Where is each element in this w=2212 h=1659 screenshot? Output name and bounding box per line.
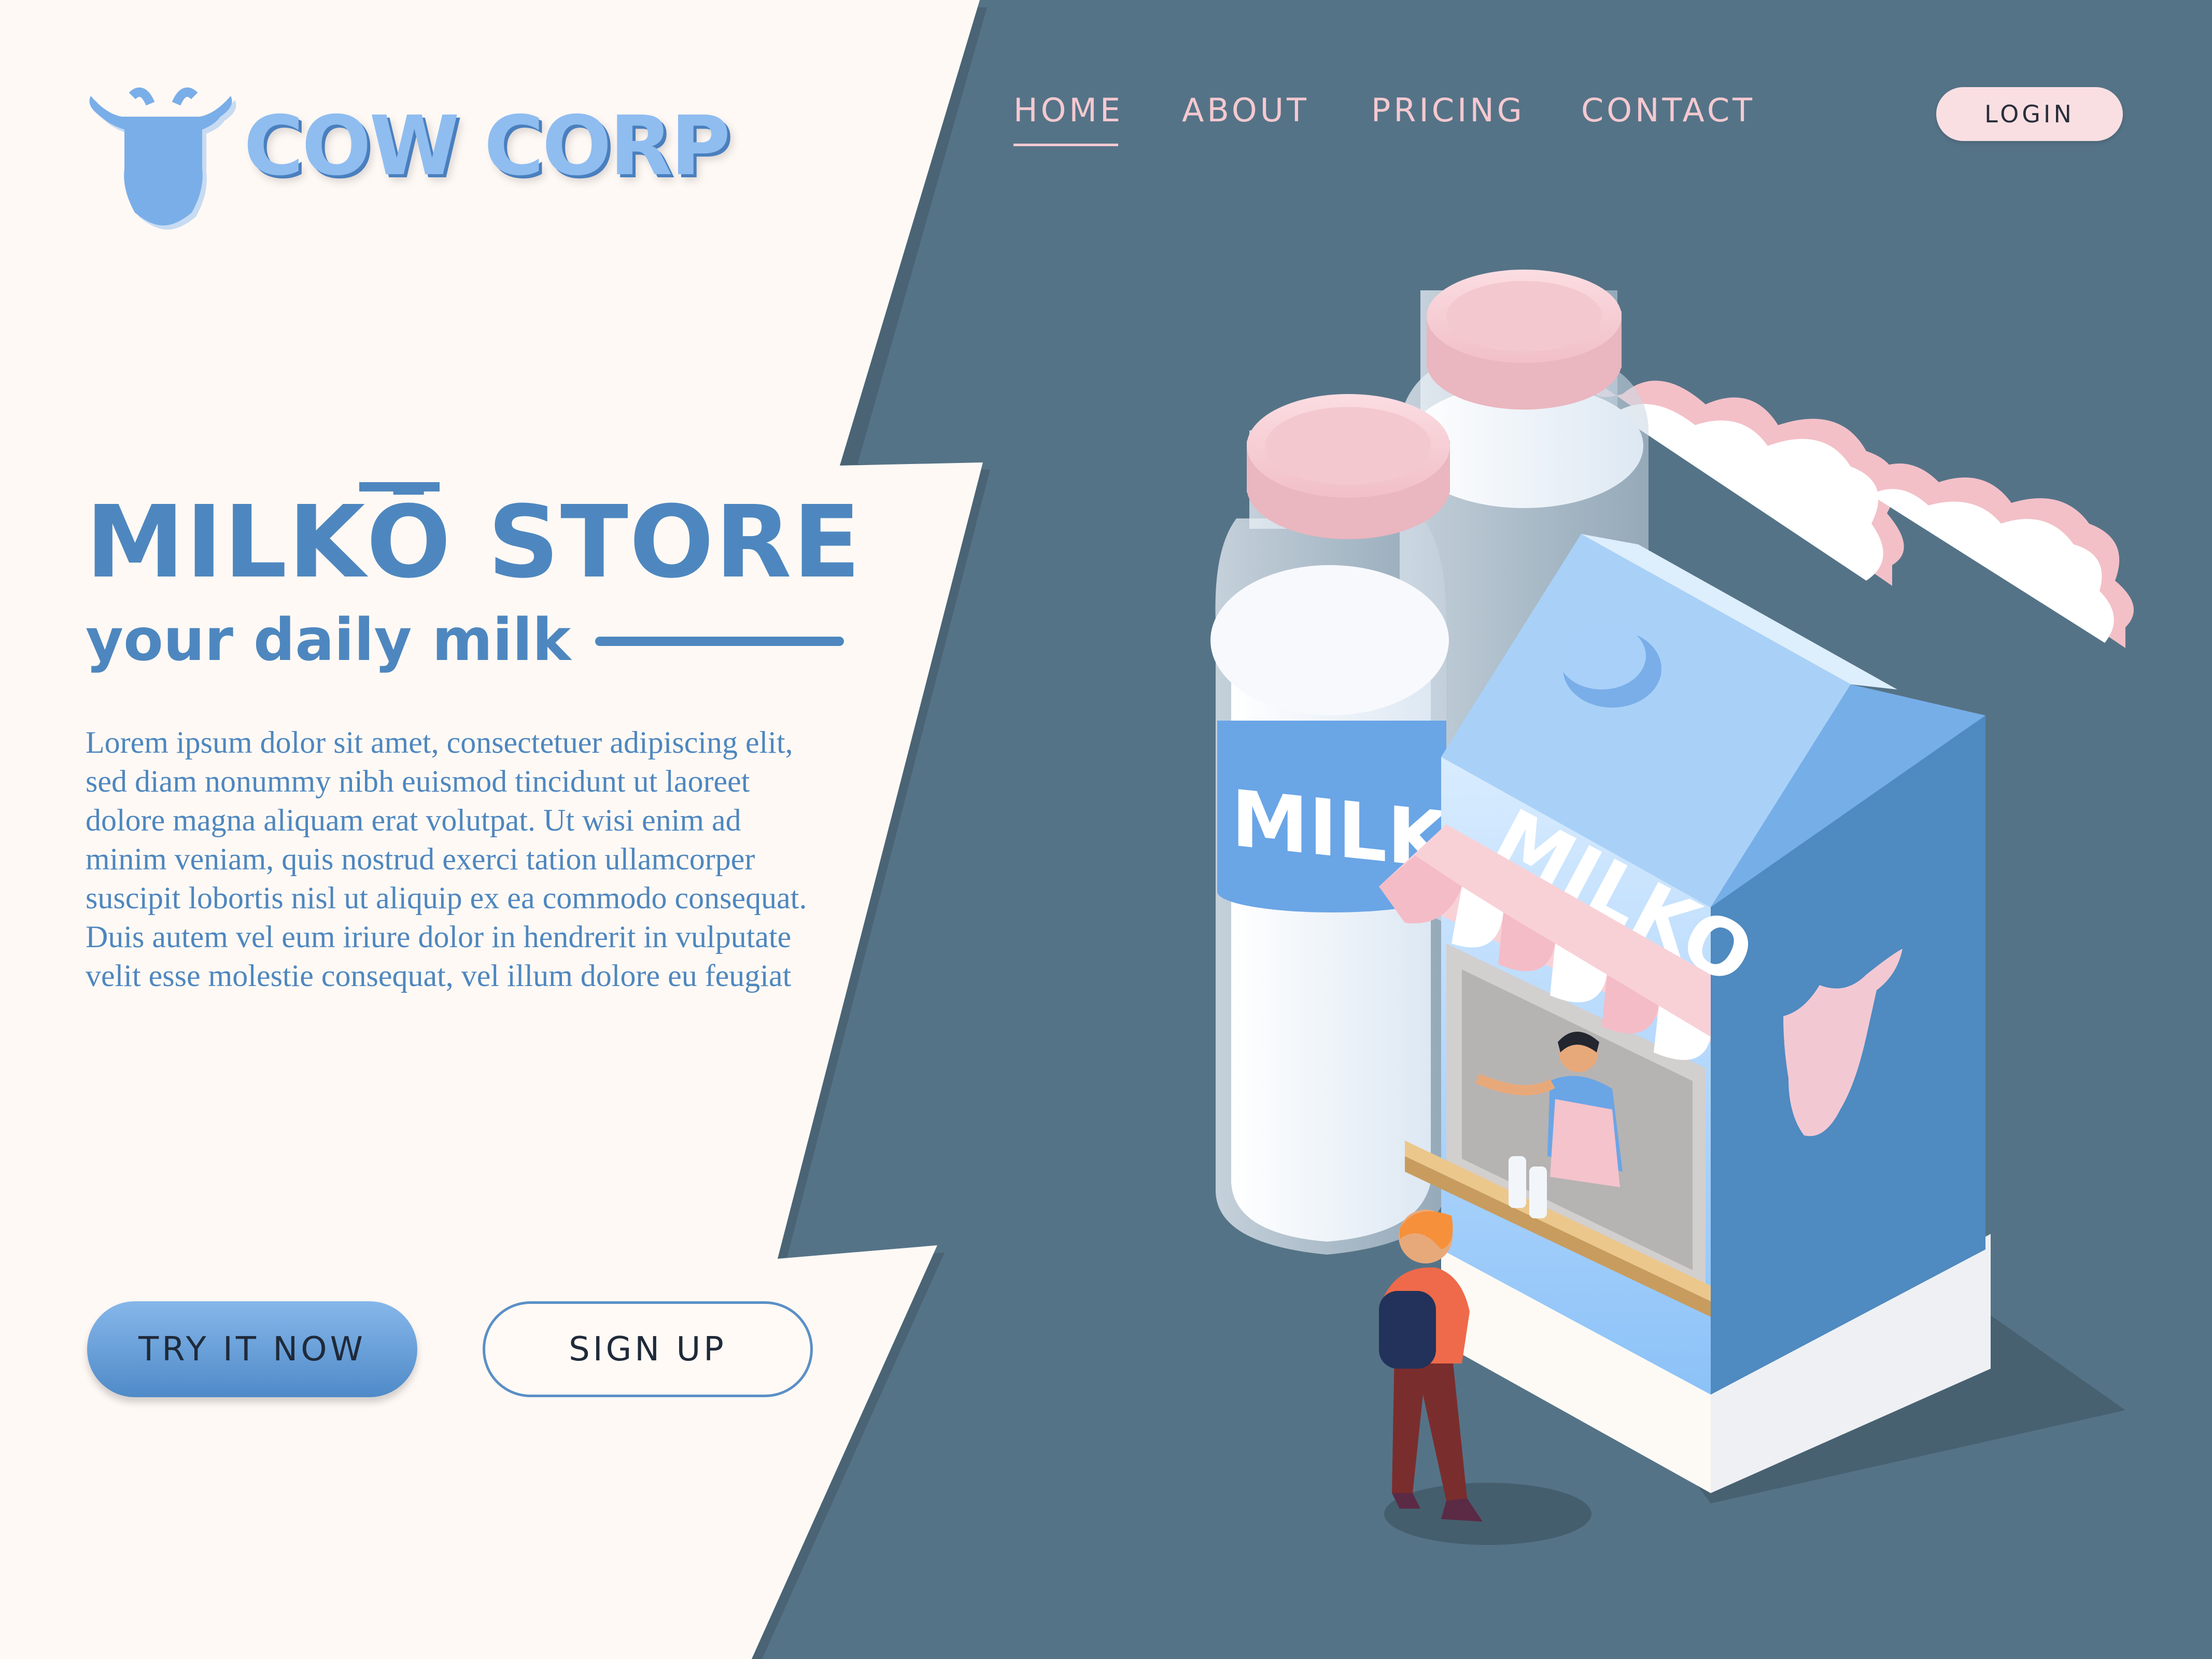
page-title: MILKŌ STORE [86,485,862,600]
nav-about[interactable]: ABOUT [1182,91,1309,129]
description-line: dolore magna aliquam erat volutpat. Ut w… [86,803,741,837]
description-line: sed diam nonummy nibh euismod tincidunt … [86,764,750,798]
sign-up-button[interactable]: SIGN UP [483,1301,813,1397]
try-it-now-button[interactable]: TRY IT NOW [87,1301,417,1397]
nav-home[interactable]: HOME [1013,91,1123,129]
description-line: suscipit lobortis nisl ut aliquip ex ea … [86,881,807,915]
nav-active-indicator [1013,144,1118,146]
tagline: your daily milk [86,607,571,674]
description-line: velit esse molestie consequat, vel illum… [86,959,792,993]
nav-contact[interactable]: CONTACT [1581,91,1755,129]
nav-pricing[interactable]: PRICING [1371,91,1525,129]
tagline-rule [595,637,844,646]
brand-name[interactable]: COW CORP [244,99,730,194]
description-line: minim veniam, quis nostrud exerci tation… [86,842,755,876]
login-button[interactable]: LOGIN [1936,87,2123,141]
description-line: Duis autem vel eum iriure dolor in hendr… [86,920,792,954]
hero-description: Lorem ipsum dolor sit amet, consectetuer… [86,723,873,995]
description-line: Lorem ipsum dolor sit amet, consectetuer… [86,725,793,760]
